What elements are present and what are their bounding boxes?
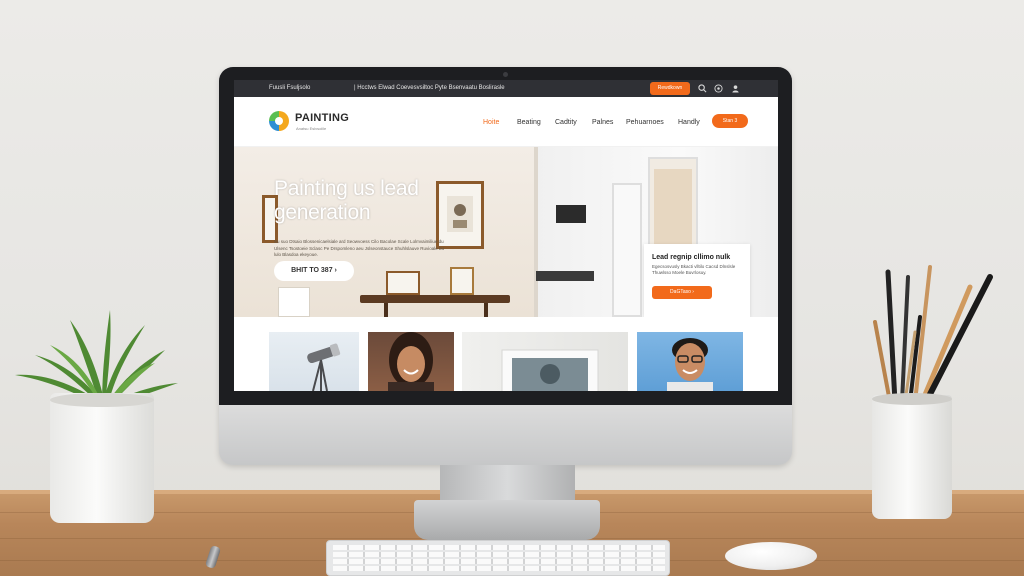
topbar-contact: Fuusli Fsuljsolo: [269, 85, 311, 91]
side-cabinet: [278, 287, 310, 317]
gallery-image-woman[interactable]: [368, 332, 454, 391]
gallery-image-frame[interactable]: [462, 332, 628, 391]
brand-name[interactable]: PAINTING: [295, 112, 349, 124]
top-bar: Fuusli Fsuljsolo | Hcctws Elwad Coevesvs…: [234, 80, 778, 97]
nav-item-home[interactable]: Hoite: [483, 119, 499, 126]
key-row: [333, 552, 665, 557]
webcam: [503, 72, 508, 77]
kitchen-counter: [536, 271, 594, 281]
table-frame: [386, 271, 420, 295]
nav-item-handly[interactable]: Handly: [678, 119, 700, 126]
lead-card-title: Lead regnip cllimo nulk: [652, 254, 731, 261]
lead-card-button-label: DaGTaso: [670, 289, 691, 295]
lead-card: Lead regnip cllimo nulk Egecsosvusly Bka…: [644, 244, 750, 317]
door-panel: [654, 169, 692, 253]
hero-description: Su suo Dtsaio Blossenicaelsiale ard Seow…: [274, 239, 445, 257]
portrait-woman: [388, 332, 434, 391]
main-nav: PAINTING Anatsu Eslvsoiile Hoite Beating…: [234, 97, 778, 147]
nav-item-pehuarnoes[interactable]: Pehuarnoes: [626, 119, 664, 126]
pencils: [873, 265, 993, 405]
table-frame-small: [450, 267, 474, 295]
topbar-links[interactable]: | Hcctws Elwad Coevesvsiltoc Pyte Bsenva…: [354, 85, 505, 91]
nav-item-cadtity[interactable]: Cadtity: [555, 119, 577, 126]
gallery-image-man[interactable]: [637, 332, 743, 391]
nav-item-palnes[interactable]: Palnes: [592, 119, 613, 126]
table-leg: [484, 303, 488, 317]
monitor-chin: [219, 405, 792, 465]
plant-pot: [50, 393, 154, 523]
potted-plant: [10, 305, 180, 530]
topbar-cta-button[interactable]: Rewdkown: [650, 82, 690, 95]
help-icon[interactable]: [714, 84, 723, 93]
kitchen-cabinet: [556, 205, 586, 223]
gallery-image-telescope[interactable]: [269, 332, 359, 391]
logo-icon[interactable]: [269, 111, 289, 131]
table-leg: [384, 303, 388, 317]
hero-title: Painting us lead generation: [274, 177, 419, 224]
interior-door: [612, 183, 642, 317]
website-screen: Fuusli Fsuljsolo | Hcctws Elwad Coevesvs…: [234, 80, 778, 391]
lead-card-text: Egecsosvusly Bkacti vlltilo Cacsd Dlnsls…: [652, 264, 736, 275]
pencil-cup: [860, 262, 1000, 522]
chevron-right-icon: ›: [692, 289, 694, 295]
brand-tagline: Anatsu Eslvsoiile: [296, 126, 327, 131]
framed-picture: [501, 349, 599, 391]
nav-cta-button[interactable]: Stan 3: [712, 114, 748, 128]
key-row: [333, 545, 665, 550]
monitor-stand-base: [414, 500, 600, 540]
mouse: [725, 542, 817, 570]
console-table: [360, 295, 510, 303]
hero-divider: [534, 147, 538, 317]
keyboard: [326, 540, 670, 576]
key-row: [333, 566, 665, 571]
cup-body: [872, 393, 952, 519]
lead-card-button[interactable]: DaGTaso ›: [652, 286, 712, 299]
user-icon[interactable]: [731, 84, 740, 93]
image-gallery: [234, 317, 778, 391]
search-icon[interactable]: [698, 84, 707, 93]
key-row: [333, 559, 665, 564]
portrait-man: [667, 338, 713, 391]
chevron-right-icon: ›: [334, 267, 337, 274]
telescope-image: [307, 343, 341, 391]
nav-item-beating[interactable]: Beating: [517, 119, 541, 126]
hero-cta-label: BHIT TO 387: [291, 267, 333, 274]
hero-section: Painting us lead generation Su suo Dtsai…: [234, 147, 778, 317]
hero-cta-button[interactable]: BHIT TO 387 ›: [274, 261, 354, 281]
